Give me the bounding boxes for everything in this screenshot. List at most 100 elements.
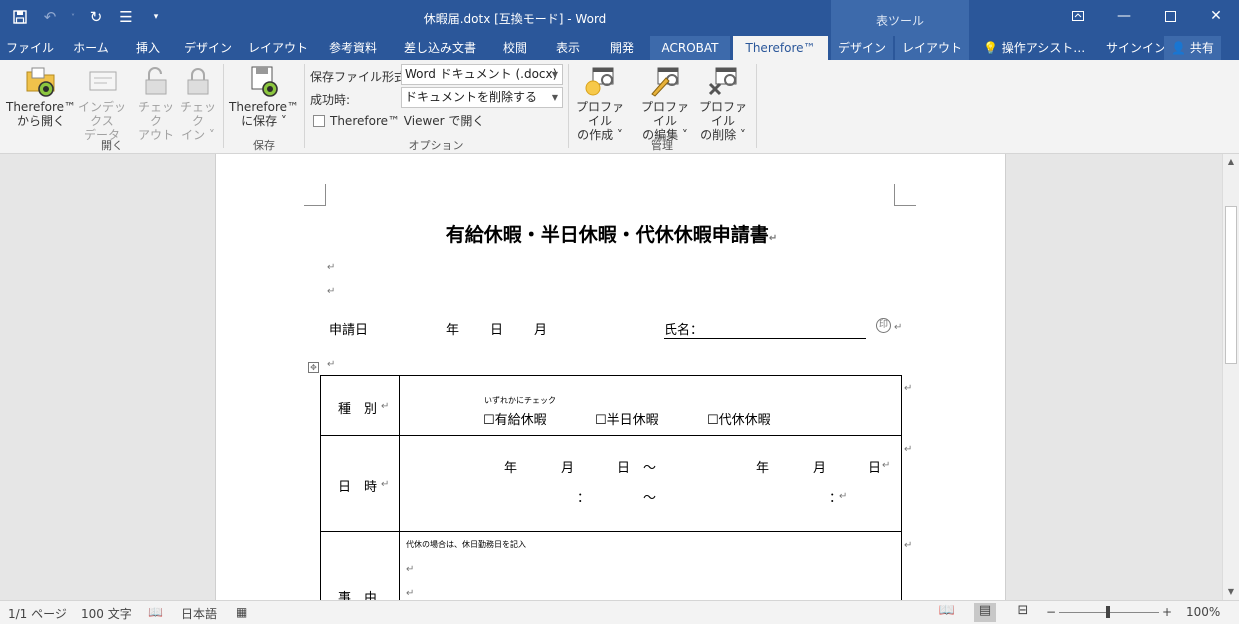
vertical-scrollbar[interactable]: ▲ ▼ xyxy=(1222,154,1239,600)
group-options-label: オプション xyxy=(408,139,464,152)
share-button[interactable]: 👤 共有 xyxy=(1164,36,1221,60)
tab-mailings[interactable]: 差し込み文書 xyxy=(392,36,488,60)
lock-icon xyxy=(181,64,215,98)
option-compensatory[interactable]: ☐代休休暇 xyxy=(707,409,771,428)
group-separator xyxy=(304,64,305,148)
month-label: 月 xyxy=(534,323,548,338)
tab-references[interactable]: 参考資料 xyxy=(316,36,390,60)
web-layout-icon[interactable]: ⊟ xyxy=(1012,603,1034,622)
zoom-level[interactable]: 100% xyxy=(1186,605,1220,619)
save-to-therefore-icon xyxy=(247,64,281,98)
signin-link[interactable]: サインイン xyxy=(1106,36,1166,60)
profile-create-icon xyxy=(583,64,617,98)
maximize-icon[interactable] xyxy=(1147,0,1193,32)
paragraph-mark: ↵ xyxy=(882,460,891,471)
crop-mark xyxy=(894,184,916,206)
tab-home[interactable]: ホーム xyxy=(62,36,120,60)
save-format-label: 保存ファイル形式: xyxy=(310,70,411,84)
reason-note: 代休の場合は、休日勤務日を記入 xyxy=(406,540,526,549)
index-data-button[interactable]: インデックス データ xyxy=(78,64,126,142)
paragraph-mark: ↵ xyxy=(904,444,913,455)
ribbon: Therefore™ から開く インデックス データ チェック アウト チェック… xyxy=(0,60,1239,154)
tab-acrobat[interactable]: ACROBAT xyxy=(650,36,730,60)
tab-insert[interactable]: 挿入 xyxy=(122,36,174,60)
name-label: 氏名： xyxy=(664,323,704,338)
save-to-line1: Therefore™ xyxy=(229,100,299,114)
document-page[interactable]: 有給休暇・半日休暇・代休休暇申請書↵ ↵ ↵ 申請日 年 日 月 氏名： 印 ↵… xyxy=(215,154,1006,600)
tab-view[interactable]: 表示 xyxy=(542,36,594,60)
scrollbar-thumb[interactable] xyxy=(1225,206,1237,364)
group-separator xyxy=(568,64,569,148)
table-cell-datetime[interactable] xyxy=(399,435,902,532)
index-data-icon xyxy=(85,64,119,98)
profile-edit-button[interactable]: プロファイル の編集 ˅ xyxy=(636,64,694,142)
document-area[interactable]: 有給休暇・半日休暇・代休休暇申請書↵ ↵ ↵ 申請日 年 日 月 氏名： 印 ↵… xyxy=(0,154,1222,600)
checkout-line1: チェック xyxy=(137,100,174,128)
lock-open-icon xyxy=(139,64,173,98)
heading-text: 有給休暇・半日休暇・代休休暇申請書 xyxy=(445,224,769,246)
tab-review[interactable]: 校閲 xyxy=(490,36,540,60)
status-bar: 1/1 ページ 100 文字 📖 日本語 ▦ 📖 ▤ ⊟ − + 100% xyxy=(0,600,1239,624)
tab-table-layout[interactable]: レイアウト xyxy=(895,36,969,60)
table-move-handle-icon[interactable]: ✥ xyxy=(308,362,319,373)
window-controls: — ✕ xyxy=(1055,0,1239,32)
profile-delete-line1: プロファイル xyxy=(698,100,747,128)
start-time-sep: ： xyxy=(577,491,591,506)
open-from-therefore-button[interactable]: Therefore™ から開く xyxy=(4,64,78,128)
ribbon-display-options-icon[interactable] xyxy=(1055,0,1101,32)
paragraph-mark: ↵ xyxy=(904,540,913,551)
checkbox-box[interactable] xyxy=(313,114,325,127)
tab-developer[interactable]: 開発 xyxy=(596,36,648,60)
checkout-button[interactable]: チェック アウト xyxy=(134,64,178,142)
word-count[interactable]: 100 文字 xyxy=(81,605,132,622)
profile-delete-button[interactable]: プロファイル の削除 ˅ xyxy=(694,64,752,142)
save-format-select[interactable]: Word ドキュメント (.docx) ▼ xyxy=(401,64,563,85)
paragraph-mark: ↵ xyxy=(839,491,848,502)
profile-edit-line1: プロファイル xyxy=(640,100,689,128)
paragraph-mark: ↵ xyxy=(327,359,336,370)
page-count[interactable]: 1/1 ページ xyxy=(8,605,67,622)
close-icon[interactable]: ✕ xyxy=(1193,0,1239,32)
minimize-icon[interactable]: — xyxy=(1101,0,1147,32)
tab-layout[interactable]: レイアウト xyxy=(242,36,314,60)
language-indicator[interactable]: 日本語 xyxy=(181,605,217,622)
chevron-down-icon: ▼ xyxy=(551,93,558,102)
checkin-button[interactable]: チェック イン ˅ xyxy=(176,64,220,142)
save-to-therefore-button[interactable]: Therefore™ に保存 ˅ xyxy=(228,64,300,128)
checkin-line1: チェック xyxy=(179,100,216,128)
paragraph-mark: ↵ xyxy=(904,383,913,394)
tab-table-design[interactable]: デザイン xyxy=(831,36,893,60)
name-field[interactable]: 氏名： xyxy=(664,319,866,339)
tab-file[interactable]: ファイル xyxy=(0,36,60,60)
macro-icon[interactable]: ▦ xyxy=(236,605,247,619)
ribbon-tabs: ファイル ホーム 挿入 デザイン レイアウト 参考資料 差し込み文書 校閲 表示… xyxy=(0,36,1239,60)
proofing-icon[interactable]: 📖 xyxy=(148,605,163,619)
profile-create-line1: プロファイル xyxy=(575,100,624,128)
paragraph-mark: ↵ xyxy=(381,401,390,412)
profile-delete-icon xyxy=(706,64,740,98)
on-success-select[interactable]: ドキュメントを削除する ▼ xyxy=(401,87,563,108)
paragraph-mark: ↵ xyxy=(406,564,415,575)
paragraph-mark: ↵ xyxy=(894,322,903,333)
profile-create-button[interactable]: プロファイル の作成 ˅ xyxy=(571,64,629,142)
zoom-out-icon[interactable]: − xyxy=(1046,605,1056,619)
viewer-checkbox[interactable]: Therefore™ Viewer で開く xyxy=(313,112,484,129)
option-half-day[interactable]: ☐半日休暇 xyxy=(595,409,659,428)
chevron-down-icon: ▼ xyxy=(551,70,558,79)
group-save-label: 保存 xyxy=(253,139,275,152)
print-layout-icon[interactable]: ▤ xyxy=(974,603,996,622)
zoom-slider-thumb[interactable] xyxy=(1106,606,1110,618)
kind-note: いずれかにチェック xyxy=(484,396,556,405)
tab-design[interactable]: デザイン xyxy=(176,36,240,60)
scroll-up-icon[interactable]: ▲ xyxy=(1223,154,1239,170)
scroll-down-icon[interactable]: ▼ xyxy=(1223,584,1239,600)
tell-me-search[interactable]: 💡 操作アシスト… xyxy=(983,36,1085,60)
read-mode-icon[interactable]: 📖 xyxy=(936,603,958,622)
zoom-in-icon[interactable]: + xyxy=(1162,605,1172,619)
tab-therefore[interactable]: Therefore™ xyxy=(733,36,828,60)
seal-mark: 印 xyxy=(876,318,891,333)
on-success-label: 成功時: xyxy=(310,93,351,107)
folder-open-icon xyxy=(24,64,58,98)
option-paid-leave[interactable]: ☐有給休暇 xyxy=(483,409,547,428)
profile-edit-icon xyxy=(648,64,682,98)
